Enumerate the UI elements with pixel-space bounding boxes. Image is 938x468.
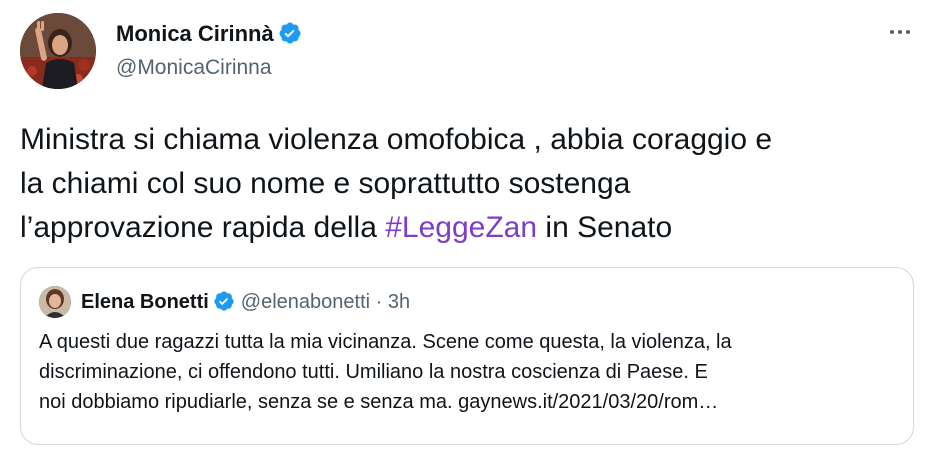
verified-badge-icon — [279, 22, 301, 44]
quote-text-line: A questi due ragazzi tutta la mia vicina… — [39, 331, 732, 353]
quote-text-line: noi dobbiamo ripudiarle, senza se e senz… — [39, 391, 719, 413]
author-avatar-image — [20, 13, 96, 89]
tweet-text-line: l’approvazione rapida della #LeggeZan in… — [20, 206, 920, 250]
quote-text: A questi due ragazzi tutta la mia vicina… — [39, 327, 899, 417]
tweet-text-segment: in Senato — [537, 211, 673, 244]
more-options-button[interactable] — [882, 20, 918, 44]
tweet-text: Ministra si chiama violenza omofobica , … — [20, 118, 920, 250]
quoted-tweet[interactable]: Elena Bonetti @elenabonetti · 3h A quest… — [20, 267, 914, 445]
hashtag-link[interactable]: #LeggeZan — [385, 211, 537, 244]
author-name-text[interactable]: Monica Cirinnà — [116, 21, 274, 46]
quote-author-avatar[interactable] — [39, 286, 71, 318]
quote-text-line: discriminazione, ci offendono tutti. Umi… — [39, 361, 708, 383]
quote-author-avatar-image — [39, 286, 71, 318]
verified-badge-icon — [214, 291, 234, 311]
quote-separator: · — [375, 291, 383, 313]
quote-author-handle[interactable]: @elenabonetti — [241, 291, 370, 313]
more-dots-icon — [890, 30, 894, 34]
tweet-text-segment: l’approvazione rapida della — [20, 211, 386, 244]
author-name[interactable]: Monica Cirinnà — [116, 20, 302, 48]
author-handle[interactable]: @MonicaCirinna — [116, 54, 272, 82]
quote-header: Elena Bonetti @elenabonetti · 3h — [81, 289, 410, 315]
more-dots-icon — [906, 30, 910, 34]
author-avatar[interactable] — [20, 13, 96, 89]
tweet-text-line: Ministra si chiama violenza omofobica , … — [20, 123, 773, 156]
quote-timestamp[interactable]: 3h — [388, 291, 410, 313]
more-dots-icon — [898, 30, 902, 34]
tweet-card: Monica Cirinnà @MonicaCirinna Ministra s… — [0, 0, 938, 468]
tweet-text-line: la chiami col suo nome e soprattutto sos… — [20, 167, 631, 200]
quote-author-name[interactable]: Elena Bonetti — [81, 291, 209, 313]
